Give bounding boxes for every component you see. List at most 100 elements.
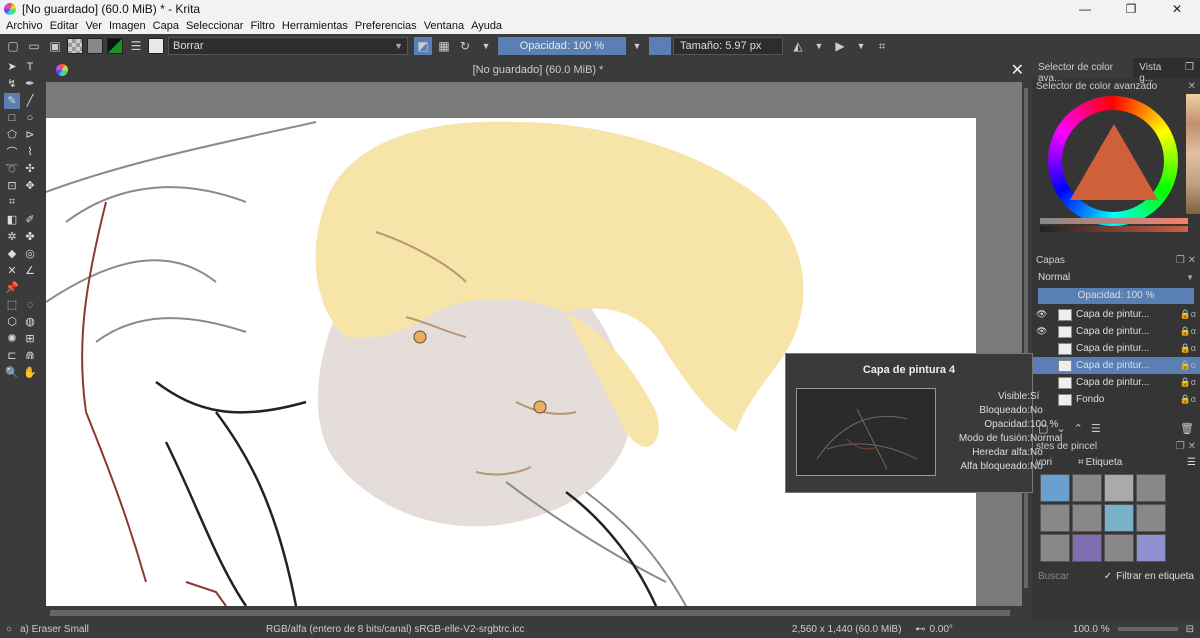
eye-icon[interactable]: 👁 <box>1036 326 1048 337</box>
tag-label[interactable]: Etiqueta <box>1086 457 1123 468</box>
layer-opacity-slider[interactable]: Opacidad: 100 % <box>1038 288 1194 304</box>
polygon-tool-icon[interactable]: ⬠ <box>4 127 20 143</box>
color-picker-icon[interactable]: ✐ <box>22 212 38 228</box>
lock-icon[interactable]: 🔒α <box>1180 309 1196 320</box>
brush-preset[interactable] <box>1136 504 1166 532</box>
ellipse-tool-icon[interactable]: ○ <box>22 110 38 126</box>
pan-tool-icon[interactable]: ✋ <box>22 365 38 381</box>
bezier-tool-icon[interactable]: ⌒ <box>4 144 20 160</box>
pattern-swatch[interactable] <box>87 38 103 54</box>
horizontal-scrollbar[interactable] <box>46 606 1022 620</box>
freehand-brush-icon[interactable]: ✎ <box>4 92 20 109</box>
select-shapes-icon[interactable]: ➤ <box>4 59 20 75</box>
docker-close-icon[interactable]: ❐ ✕ <box>1176 441 1196 452</box>
fg-bg-color-swatch[interactable] <box>107 38 123 54</box>
contiguous-select-icon[interactable]: ✺ <box>4 331 20 347</box>
menu-ayuda[interactable]: Ayuda <box>471 20 502 32</box>
mirror-horizontal-icon[interactable]: ◭ <box>789 37 807 55</box>
chevron-down-icon[interactable]: ▼ <box>628 37 646 55</box>
layer-row[interactable]: 👁 Capa de pintur... 🔒α <box>1032 306 1200 323</box>
brush-preset-thumbnail[interactable] <box>148 38 164 54</box>
layer-row[interactable]: 👁 Capa de pintur... 🔒α <box>1032 323 1200 340</box>
lock-icon[interactable]: 🔒α <box>1180 326 1196 337</box>
text-tool-icon[interactable]: T <box>22 59 38 75</box>
lock-icon[interactable]: 🔒α <box>1180 343 1196 354</box>
menu-preferencias[interactable]: Preferencias <box>355 20 417 32</box>
blend-mode-row[interactable]: Normal ▼ <box>1032 268 1200 286</box>
menu-ventana[interactable]: Ventana <box>424 20 464 32</box>
checkbox-icon[interactable]: ✓ <box>1104 571 1112 582</box>
lock-icon[interactable]: 🔒α <box>1180 360 1196 371</box>
layer-row[interactable]: Fondo 🔒α <box>1032 391 1200 408</box>
colorize-mask-icon[interactable]: ✲ <box>4 229 20 245</box>
close-document-icon[interactable]: ✕ <box>1011 60 1024 80</box>
color-history-strip[interactable] <box>1186 94 1200 214</box>
layer-row[interactable]: Capa de pintur... 🔒α <box>1032 374 1200 391</box>
move-up-icon[interactable]: ⌃ <box>1074 422 1083 435</box>
calligraphy-icon[interactable]: ✒ <box>22 76 38 92</box>
smart-patch-icon[interactable]: ✤ <box>22 229 38 245</box>
delete-layer-icon[interactable]: 🗑 <box>1180 422 1194 435</box>
brush-preset[interactable] <box>1136 534 1166 562</box>
list-view-icon[interactable]: ☰ <box>1187 457 1196 468</box>
menu-archivo[interactable]: Archivo <box>6 20 43 32</box>
menu-herramientas[interactable]: Herramientas <box>282 20 348 32</box>
menu-ver[interactable]: Ver <box>85 20 102 32</box>
canvas-drawing[interactable] <box>46 82 1022 606</box>
gradient-tool-icon[interactable]: ◧ <box>4 212 20 228</box>
color-selector-area[interactable] <box>1032 94 1200 244</box>
brush-preset[interactable] <box>1072 504 1102 532</box>
polyline-tool-icon[interactable]: ⊳ <box>22 127 38 143</box>
zoom-slider[interactable] <box>1117 627 1178 631</box>
menu-capa[interactable]: Capa <box>153 20 179 32</box>
gradient-swatch[interactable] <box>67 38 83 54</box>
layer-row-selected[interactable]: Capa de pintur... 🔒α <box>1032 357 1200 374</box>
rect-select-icon[interactable]: ⬚ <box>4 297 20 313</box>
layer-properties-icon[interactable]: ☰ <box>1091 422 1101 435</box>
ellipse-select-icon[interactable]: ◌ <box>22 297 38 313</box>
rectangle-tool-icon[interactable]: □ <box>4 110 20 126</box>
shade-bar-2[interactable] <box>1040 226 1188 232</box>
menu-seleccionar[interactable]: Seleccionar <box>186 20 243 32</box>
zoom-tool-icon[interactable]: 🔍 <box>4 365 20 381</box>
measure-tool-icon[interactable]: ∠ <box>22 263 38 279</box>
brush-preset[interactable] <box>1136 474 1166 502</box>
eye-icon[interactable]: 👁 <box>1036 309 1048 320</box>
brush-preset[interactable] <box>1040 474 1070 502</box>
docker-close-icon[interactable]: ✕ <box>1188 81 1196 92</box>
assistant-tool-icon[interactable]: ✕ <box>4 263 20 279</box>
reload-preset-icon[interactable]: ↻ <box>456 37 474 55</box>
eraser-mode-icon[interactable]: ◩ <box>414 37 432 55</box>
brush-search-input[interactable]: Buscar <box>1038 571 1069 582</box>
canvas-area[interactable] <box>46 82 1022 606</box>
layer-row[interactable]: Capa de pintur... 🔒α <box>1032 340 1200 357</box>
brush-preset[interactable] <box>1104 534 1134 562</box>
docker-close-icon[interactable]: ❐ ✕ <box>1176 255 1196 266</box>
brush-preset[interactable] <box>1104 504 1134 532</box>
magnetic-select-icon[interactable]: ⋒ <box>22 348 38 364</box>
brush-preset[interactable] <box>1040 504 1070 532</box>
opacity-slider[interactable]: Opacidad: 100 % <box>498 37 626 55</box>
freehand-select-icon[interactable]: ◍ <box>22 314 38 330</box>
transform-tool-icon[interactable]: ⊡ <box>4 178 20 194</box>
size-slider[interactable]: Tamaño: 5.97 px <box>673 37 783 55</box>
maximize-button[interactable]: ❐ <box>1108 2 1154 16</box>
edit-shapes-icon[interactable]: ↯ <box>4 76 20 92</box>
preserve-alpha-icon[interactable]: ▦ <box>435 37 453 55</box>
line-tool-icon[interactable]: ╱ <box>22 93 38 109</box>
wraparound-crop-icon[interactable]: ⌗ <box>873 37 891 55</box>
new-document-icon[interactable]: ▢ <box>4 37 22 55</box>
move-tool-icon[interactable]: ✥ <box>22 178 38 194</box>
reference-tool-icon[interactable]: 📌 <box>4 280 20 296</box>
tab-overview[interactable]: Vista g... <box>1133 58 1179 84</box>
document-tab-title[interactable]: [No guardado] (60.0 MiB) * <box>473 64 604 76</box>
chevron-down-icon[interactable]: ▼ <box>477 37 495 55</box>
dynamic-brush-icon[interactable]: ➰ <box>4 161 20 177</box>
edit-brush-settings-icon[interactable]: ☰ <box>127 37 145 55</box>
lock-icon[interactable]: 🔒α <box>1180 394 1196 405</box>
crop-tool-icon[interactable]: ⌗ <box>4 195 20 211</box>
zoom-slider-handle-icon[interactable]: ⊟ <box>1186 624 1194 635</box>
scroll-thumb[interactable] <box>1024 88 1028 588</box>
tab-color-selector[interactable]: Selector de color ava... <box>1032 58 1134 84</box>
mirror-vertical-icon[interactable]: ▶ <box>831 37 849 55</box>
